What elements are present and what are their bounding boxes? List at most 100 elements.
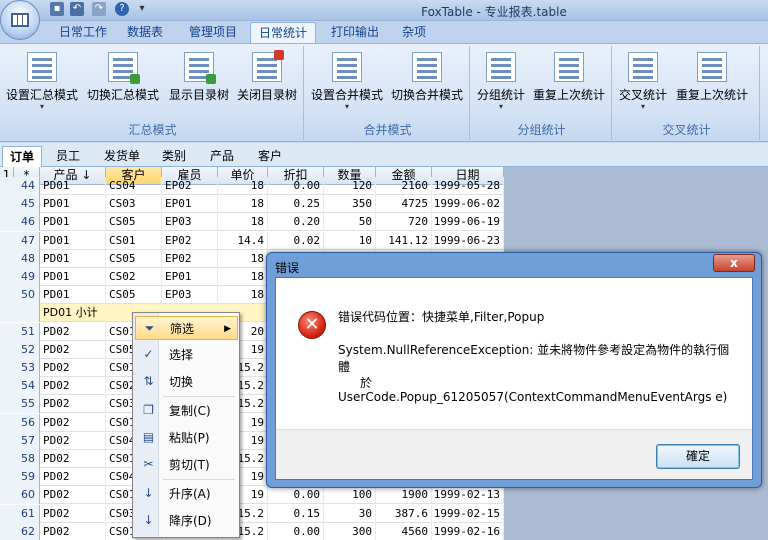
cell-customer[interactable]: CS01 [106,231,162,250]
row-number[interactable]: 49 [0,268,40,286]
row-number[interactable]: 55 [0,395,40,414]
cell-product[interactable]: PD02 [40,486,106,505]
cell-discount[interactable]: 0.00 [268,486,324,505]
row-number[interactable]: 59 [0,468,40,487]
ok-button[interactable]: 確定 [656,444,740,469]
cell-customer[interactable]: CS05 [106,249,162,268]
cell-date[interactable]: 1999-02-13 [432,486,504,505]
row-number[interactable]: 48 [0,249,40,268]
app-menu-button[interactable] [0,0,40,40]
cell-date[interactable]: 1999-06-02 [432,195,504,214]
cell-employee[interactable]: EP02 [162,231,218,250]
table-row[interactable]: 61 PD02 CS03 15.2 0.15 30 387.6 1999-02-15 [0,504,504,523]
cell-product[interactable]: PD01 [40,213,106,232]
row-number[interactable] [0,304,40,323]
row-number[interactable]: 62 [0,522,40,540]
cell-customer[interactable]: CS05 [106,286,162,305]
cell-quantity[interactable]: 30 [324,504,376,523]
cell-quantity[interactable]: 100 [324,486,376,505]
cell-amount[interactable]: 4725 [376,195,432,214]
tab-data-table[interactable]: 数据表 [118,22,172,43]
cell-product[interactable]: PD01 [40,231,106,250]
row-number[interactable]: 53 [0,359,40,377]
sheet-tab-customers[interactable]: 客户 [250,146,290,167]
cell-product[interactable]: PD02 [40,450,106,468]
cell-quantity[interactable]: 10 [324,231,376,250]
table-row[interactable]: 60 PD02 CS01 19 0.00 100 1900 1999-02-13 [0,486,504,505]
table-row[interactable]: 47 PD01 CS01 EP02 14.4 0.02 10 141.12 1999-06-23 [0,231,504,250]
row-number[interactable]: 61 [0,504,40,523]
repeat-group-stats-button[interactable]: 重复上次统计 [530,48,608,118]
cell-amount[interactable]: 2160 [376,177,432,195]
cell-product[interactable]: PD01 [40,195,106,214]
cell-product[interactable]: PD02 [40,359,106,377]
show-tree-button[interactable]: 显示目录树 [166,48,232,118]
menu-item[interactable]: ⏷ 筛选 ▶ [135,316,238,340]
cell-discount[interactable]: 0.20 [268,213,324,232]
cell-amount[interactable]: 387.6 [376,504,432,523]
table-row[interactable]: 62 PD02 CS01 15.2 0.00 300 4560 1999-02-16 [0,522,504,540]
table-row[interactable]: 46 PD01 CS05 EP03 18 0.20 50 720 1999-06-19 [0,213,504,232]
cell-product[interactable]: PD02 [40,340,106,359]
row-number[interactable]: 52 [0,340,40,359]
menu-item[interactable]: ↓ 升序(A) [135,482,238,506]
cell-price[interactable]: 14.4 [218,231,268,250]
cell-price[interactable]: 18 [218,268,268,286]
cell-discount[interactable]: 0.15 [268,504,324,523]
cell-product[interactable]: PD02 [40,468,106,487]
menu-item[interactable]: ▤ 粘贴(P) [135,426,238,450]
cell-date[interactable]: 1999-02-16 [432,522,504,540]
sheet-tab-orders[interactable]: 订单 [2,146,42,167]
sheet-tab-products[interactable]: 产品 [202,146,242,167]
cell-price[interactable]: 18 [218,177,268,195]
cell-product[interactable]: PD02 [40,377,106,396]
cell-product[interactable]: PD01 [40,177,106,195]
cell-discount[interactable]: 0.02 [268,231,324,250]
cell-price[interactable]: 18 [218,213,268,232]
cell-amount[interactable]: 141.12 [376,231,432,250]
switch-summary-mode-button[interactable]: 切换汇总模式 [84,48,162,118]
cell-price[interactable]: 18 [218,195,268,214]
cell-product[interactable]: PD02 [40,413,106,432]
sheet-tab-categories[interactable]: 类别 [154,146,194,167]
row-number[interactable]: 60 [0,486,40,505]
set-merge-mode-button[interactable]: 设置合并模式 ▾ [308,48,386,118]
cell-employee[interactable]: EP02 [162,177,218,195]
row-number[interactable]: 58 [0,450,40,468]
cell-product[interactable]: PD02 [40,431,106,450]
cell-product[interactable]: PD02 [40,322,106,341]
cell-date[interactable]: 1999-05-28 [432,177,504,195]
tab-daily-work[interactable]: 日常工作 [50,22,116,43]
cell-price[interactable]: 18 [218,249,268,268]
cell-amount[interactable]: 1900 [376,486,432,505]
row-number[interactable]: 46 [0,213,40,232]
cell-quantity[interactable]: 300 [324,522,376,540]
row-number[interactable]: 47 [0,231,40,250]
cell-date[interactable]: 1999-06-19 [432,213,504,232]
menu-item[interactable]: ✓ 选择 [135,343,238,367]
cell-customer[interactable]: CS02 [106,268,162,286]
cell-employee[interactable]: EP01 [162,268,218,286]
cell-quantity[interactable]: 350 [324,195,376,214]
menu-item[interactable]: ✂ 剪切(T) [135,453,238,477]
cell-discount[interactable]: 0.00 [268,522,324,540]
cell-customer[interactable]: CS03 [106,195,162,214]
close-tree-button[interactable]: 关闭目录树 [234,48,300,118]
cell-amount[interactable]: 4560 [376,522,432,540]
menu-item[interactable]: ⇅ 切换 [135,370,238,394]
tab-manage-project[interactable]: 管理项目 [180,22,246,43]
row-number[interactable]: 45 [0,195,40,214]
set-summary-mode-button[interactable]: 设置汇总模式 ▾ [4,48,80,118]
cell-employee[interactable]: EP03 [162,286,218,305]
row-number[interactable]: 50 [0,286,40,305]
cell-product[interactable]: PD02 [40,395,106,414]
cell-employee[interactable]: EP03 [162,213,218,232]
sheet-tab-shipments[interactable]: 发货单 [96,146,148,167]
tab-daily-stats[interactable]: 日常统计 [250,22,316,43]
row-number[interactable]: 51 [0,322,40,341]
tab-print-output[interactable]: 打印输出 [322,22,388,43]
cell-quantity[interactable]: 120 [324,177,376,195]
cell-customer[interactable]: CS04 [106,177,162,195]
cell-discount[interactable]: 0.00 [268,177,324,195]
group-stats-button[interactable]: 分组统计 ▾ [474,48,528,118]
